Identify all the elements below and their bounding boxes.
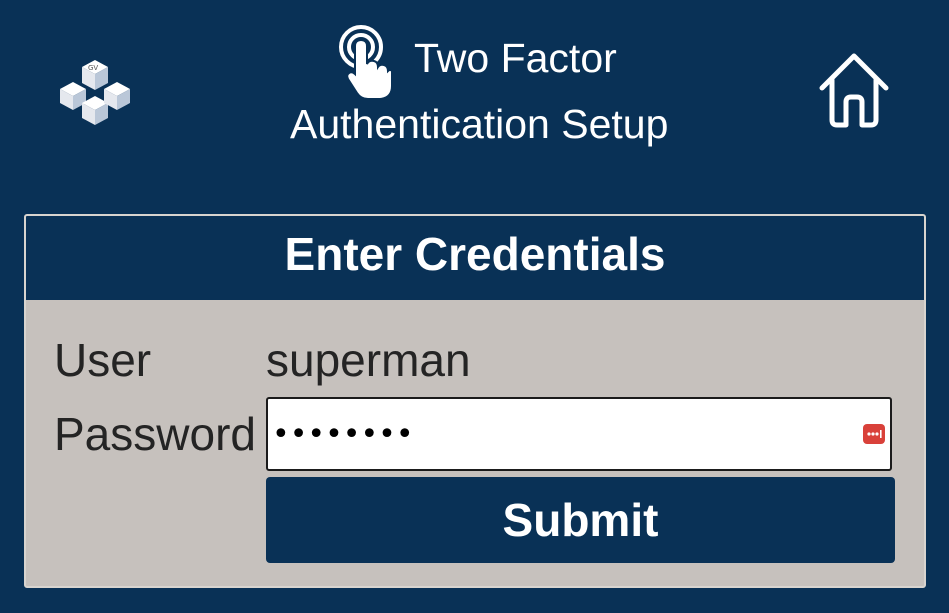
password-label: Password — [54, 408, 256, 460]
title-line-2: Authentication Setup — [290, 101, 669, 147]
page: GV Two Factor Authentication Setup Enter… — [0, 0, 949, 613]
user-value: superman — [266, 334, 471, 386]
page-title: Two Factor Authentication Setup — [270, 24, 680, 154]
touch-finger-icon — [339, 25, 393, 100]
password-key-icon[interactable] — [863, 424, 885, 444]
credentials-panel: Enter Credentials User superman Password… — [24, 214, 926, 588]
panel-heading: Enter Credentials — [26, 216, 924, 300]
cubes-logo-icon[interactable]: GV — [54, 52, 136, 132]
password-input[interactable] — [270, 401, 852, 467]
home-icon[interactable] — [814, 50, 894, 130]
svg-text:GV: GV — [88, 64, 98, 72]
title-line-1: Two Factor — [414, 35, 617, 81]
password-field[interactable] — [266, 397, 892, 471]
submit-button[interactable]: Submit — [266, 477, 895, 563]
user-label: User — [54, 334, 152, 386]
